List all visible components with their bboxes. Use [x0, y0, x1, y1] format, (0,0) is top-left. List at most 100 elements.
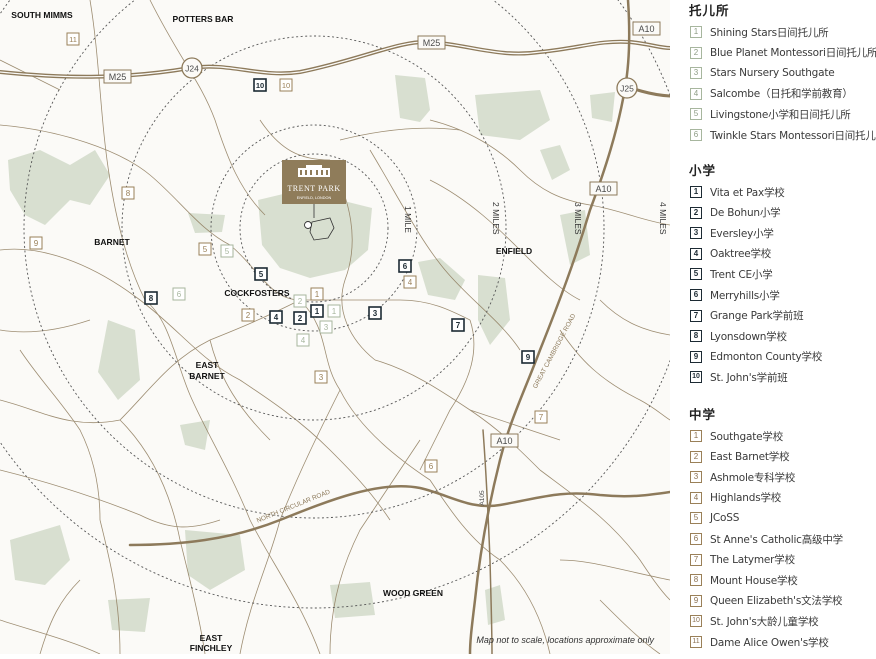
ring-3-miles-label: 3 MILES	[573, 202, 583, 235]
marker-number: 2	[246, 311, 251, 320]
legend-item-primary-4[interactable]: 4 Oaktree学校	[690, 246, 771, 262]
marker-secondary-5[interactable]: 5	[198, 242, 212, 256]
legend-label: St. John's大龄儿童学校	[710, 615, 819, 628]
marker-secondary-2[interactable]: 2	[241, 308, 255, 322]
marker-nursery-3[interactable]: 3	[319, 320, 333, 334]
legend-number-badge: 5	[690, 268, 702, 281]
marker-number: 4	[274, 313, 279, 322]
legend-item-primary-8[interactable]: 8 Lyonsdown学校	[690, 328, 787, 344]
legend-number-badge: 3	[690, 227, 702, 240]
marker-number: 4	[301, 336, 306, 345]
legend-number-badge: 8	[690, 330, 702, 343]
legend-number-badge: 6	[690, 129, 702, 141]
legend-item-nursery-4[interactable]: 4 Salcombe（日托和学前教育）	[690, 86, 853, 102]
trent-park-subtitle: ENFIELD, LONDON	[297, 196, 332, 200]
legend-item-secondary-8[interactable]: 8 Mount House学校	[690, 572, 798, 588]
legend-label: Mount House学校	[710, 574, 798, 587]
legend-label: De Bohun小学	[710, 207, 781, 220]
marker-number: 1	[315, 307, 320, 316]
legend-label: Blue Planet Montessori日间托儿所	[710, 47, 876, 60]
legend-number-badge: 10	[690, 615, 702, 628]
legend-item-secondary-2[interactable]: 2 East Barnet学校	[690, 449, 790, 465]
marker-number: 1	[315, 290, 320, 299]
place-east-finchley-l1: EAST	[200, 633, 223, 643]
marker-primary-7[interactable]: 7	[451, 318, 465, 332]
marker-secondary-6[interactable]: 6	[424, 459, 438, 473]
legend-number-badge: 4	[690, 87, 702, 100]
legend-item-secondary-6[interactable]: 6 St Anne's Catholic高级中学	[690, 531, 843, 547]
marker-secondary-7[interactable]: 7	[534, 410, 548, 424]
a10-label-low: A10	[496, 436, 512, 446]
park-area	[108, 598, 150, 632]
legend-item-secondary-5[interactable]: 5 JCoSS	[690, 510, 739, 526]
marker-nursery-5[interactable]: 5	[220, 244, 234, 258]
a10-label-top: A10	[638, 24, 654, 34]
place-enfield: ENFIELD	[496, 246, 532, 256]
marker-nursery-2[interactable]: 2	[293, 294, 307, 308]
marker-number: 8	[126, 189, 131, 198]
legend-item-nursery-5[interactable]: 5 Livingstone小学和日间托儿所	[690, 106, 851, 122]
legend-label: Vita et Pax学校	[710, 186, 785, 199]
map-disclaimer: Map not to scale, locations approximate …	[476, 635, 654, 645]
place-wood-green: WOOD GREEN	[383, 588, 443, 598]
legend-item-nursery-6[interactable]: 6 Twinkle Stars Montessori日间托儿所	[690, 127, 876, 143]
legend-item-secondary-3[interactable]: 3 Ashmole专科学校	[690, 469, 795, 485]
marker-secondary-9[interactable]: 9	[29, 236, 43, 250]
legend-item-primary-1[interactable]: 1 Vita et Pax学校	[690, 184, 785, 200]
legend-item-nursery-1[interactable]: 1 Shining Stars日间托儿所	[690, 24, 829, 40]
legend-label: Eversley小学	[710, 227, 774, 240]
a1055-label: A105	[479, 490, 486, 506]
legend-item-nursery-2[interactable]: 2 Blue Planet Montessori日间托儿所	[690, 45, 876, 61]
legend-item-secondary-7[interactable]: 7 The Latymer学校	[690, 552, 795, 568]
marker-primary-10[interactable]: 10	[253, 78, 267, 92]
legend-item-primary-6[interactable]: 6 Merryhills小学	[690, 287, 780, 303]
marker-number: 3	[324, 323, 329, 332]
place-south-mimms: SOUTH MIMMS	[11, 10, 73, 20]
marker-secondary-3[interactable]: 3	[314, 370, 328, 384]
legend-item-primary-2[interactable]: 2 De Bohun小学	[690, 205, 781, 221]
legend-label: Livingstone小学和日间托儿所	[710, 108, 851, 121]
marker-primary-1[interactable]: 1	[310, 304, 324, 318]
legend-label: Oaktree学校	[710, 248, 772, 261]
legend-number-badge: 5	[690, 108, 702, 121]
legend-item-secondary-9[interactable]: 9 Queen Elizabeth's文法学校	[690, 593, 843, 609]
marker-primary-3[interactable]: 3	[368, 306, 382, 320]
legend-label: Twinkle Stars Montessori日间托儿所	[710, 129, 876, 142]
legend-item-primary-7[interactable]: 7 Grange Park学前班	[690, 308, 804, 324]
marker-number: 3	[373, 309, 378, 318]
marker-primary-4[interactable]: 4	[269, 310, 283, 324]
legend-item-secondary-10[interactable]: 10 St. John's大龄儿童学校	[690, 613, 819, 629]
legend-item-primary-3[interactable]: 3 Eversley小学	[690, 225, 774, 241]
legend-number-badge: 9	[690, 594, 702, 607]
legend-item-primary-5[interactable]: 5 Trent CE小学	[690, 266, 773, 282]
m25-label-west: M25	[109, 72, 127, 82]
marker-nursery-1[interactable]: 1	[327, 304, 341, 318]
marker-primary-8[interactable]: 8	[144, 291, 158, 305]
marker-secondary-1[interactable]: 1	[310, 287, 324, 301]
marker-secondary-10[interactable]: 10	[279, 78, 293, 92]
legend-number-badge: 2	[690, 206, 702, 219]
legend-label: Ashmole专科学校	[710, 471, 796, 484]
marker-nursery-4[interactable]: 4	[296, 333, 310, 347]
marker-secondary-4[interactable]: 4	[403, 275, 417, 289]
marker-secondary-8[interactable]: 8	[121, 186, 135, 200]
legend-item-secondary-11[interactable]: 11 Dame Alice Owen's学校	[690, 634, 829, 650]
marker-nursery-6[interactable]: 6	[172, 287, 186, 301]
marker-primary-9[interactable]: 9	[521, 350, 535, 364]
marker-secondary-11[interactable]: 11	[66, 32, 80, 46]
trent-park-title: TRENT PARK	[287, 184, 340, 193]
ring-4-miles-label: 4 MILES	[658, 202, 668, 235]
legend-item-secondary-1[interactable]: 1 Southgate学校	[690, 428, 783, 444]
legend-item-secondary-4[interactable]: 4 Highlands学校	[690, 490, 781, 506]
legend-label: Stars Nursery Southgate	[710, 67, 835, 80]
legend-item-primary-10[interactable]: 10 St. John's学前班	[690, 369, 788, 385]
marker-number: 10	[282, 81, 290, 90]
trent-park-pin-icon	[304, 221, 312, 229]
marker-primary-5[interactable]: 5	[254, 267, 268, 281]
legend-number-badge: 7	[690, 309, 702, 322]
legend-label: St. John's学前班	[710, 371, 788, 384]
marker-primary-6[interactable]: 6	[398, 259, 412, 273]
legend-item-nursery-3[interactable]: 3 Stars Nursery Southgate	[690, 65, 835, 81]
legend-item-primary-9[interactable]: 9 Edmonton County学校	[690, 349, 822, 365]
marker-primary-2[interactable]: 2	[293, 311, 307, 325]
